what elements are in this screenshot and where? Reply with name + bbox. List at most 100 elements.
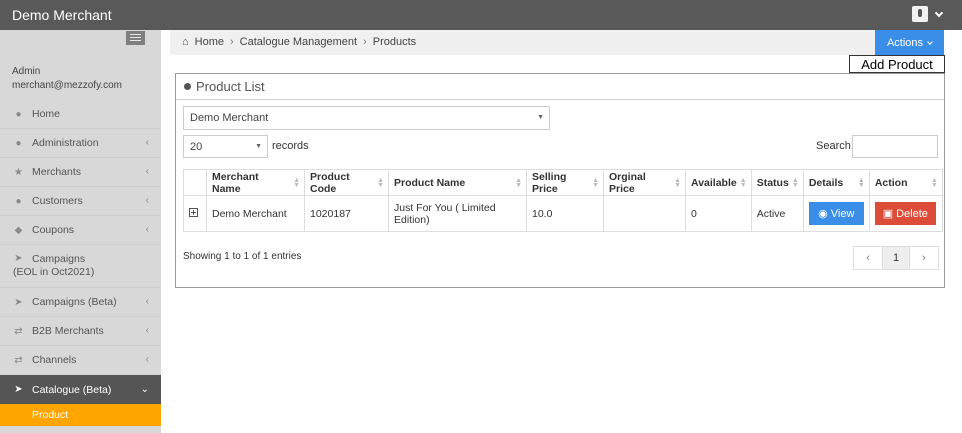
sort-icon: ▲ ▼	[293, 177, 300, 189]
sidebar-item-label: Catalogue (Beta)	[32, 383, 112, 396]
column-header-product-code[interactable]: Product Code ▲ ▼	[304, 169, 389, 196]
sidebar-item-customers[interactable]: ● Customers ‹	[0, 187, 161, 216]
product-list-panel: Product List Demo Merchant ▼ 20 ▼ record…	[175, 73, 945, 288]
column-header-available[interactable]: Available ▲ ▼	[685, 169, 752, 196]
delete-button[interactable]: ▣ Delete	[874, 202, 936, 225]
breadcrumb-home[interactable]: Home	[195, 36, 224, 48]
sidebar-item-label: Campaigns (EOL in Oct2021)	[13, 253, 95, 278]
rocket-icon: ➤	[14, 253, 23, 264]
sidebar-item-label: Home	[32, 108, 61, 120]
caret-down-icon: ▼	[255, 143, 262, 150]
sort-icon: ▲ ▼	[857, 177, 865, 189]
chevron-left-icon: ‹	[145, 325, 149, 336]
star-icon: ★	[14, 166, 23, 178]
breadcrumb-current: Products	[372, 36, 417, 48]
add-product-menu-item[interactable]: Add Product	[849, 55, 945, 73]
sidebar-item-home[interactable]: ● Home	[0, 100, 161, 129]
sort-icon: ▲ ▼	[377, 177, 384, 189]
chevron-down-icon[interactable]	[934, 8, 944, 17]
search-label: Search:	[816, 140, 854, 152]
sidebar-item-label: Campaigns (Beta)	[32, 296, 117, 308]
rocket-icon: ➤	[14, 296, 23, 308]
sidebar-item-administration[interactable]: ● Administration ‹	[0, 129, 161, 158]
table-info: Showing 1 to 1 of 1 entries	[183, 251, 302, 262]
column-header-selling-price[interactable]: Selling Price ▲ ▼	[526, 169, 604, 196]
breadcrumb: ⌂ Home › Catalogue Management › Products	[182, 36, 416, 48]
delete-button-label: Delete	[896, 207, 928, 220]
sidebar-item-catalogue-beta[interactable]: ➤ Catalogue (Beta) ⌄	[0, 375, 161, 404]
chevron-left-icon: ‹	[145, 195, 149, 206]
sidebar-item-coupons[interactable]: ◆ Coupons ‹	[0, 216, 161, 245]
column-header-original-price[interactable]: Orginal Price ▲ ▼	[603, 169, 686, 196]
chevron-left-icon: ‹	[145, 137, 149, 148]
trash-icon: ▣	[882, 208, 894, 220]
column-header-action[interactable]: Action ▲ ▼	[868, 169, 943, 196]
expand-column-header	[183, 169, 207, 196]
sort-icon: ▲ ▼	[739, 177, 747, 189]
column-header-product-name[interactable]: Product Name ▲ ▼	[388, 169, 527, 196]
column-header-details[interactable]: Details ▲ ▼	[802, 169, 870, 196]
expand-row-icon[interactable]	[189, 207, 198, 217]
column-header-merchant-name[interactable]: Merchant Name ▲ ▼	[206, 169, 305, 196]
chevron-left-icon: ‹	[145, 354, 149, 365]
pagination-next-button[interactable]: ›	[910, 247, 938, 269]
expand-cell	[183, 195, 207, 232]
column-header-status[interactable]: Status ▲ ▼	[750, 169, 804, 196]
breadcrumb-bar: ⌂ Home › Catalogue Management › Products…	[170, 30, 944, 55]
user-menu-toggle[interactable]	[912, 6, 944, 22]
page-length-select[interactable]: 20 ▼	[183, 135, 268, 158]
sidebar-item-label: Channels	[32, 354, 77, 366]
rocket-icon: ➤	[14, 384, 23, 395]
user-icon: ●	[15, 137, 22, 149]
sidebar-item-campaigns-beta[interactable]: ➤ Campaigns (Beta) ‹	[0, 288, 161, 317]
sort-icon: ▲ ▼	[791, 177, 799, 189]
cell-original-price	[603, 195, 686, 232]
records-label: records	[272, 140, 309, 152]
globe-icon	[184, 83, 191, 90]
search-input[interactable]	[852, 135, 938, 158]
user-email: merchant@mezzofy.com	[12, 80, 122, 91]
view-button-label: View	[830, 207, 855, 220]
sidebar-subitem-product[interactable]: Product	[0, 404, 161, 426]
actions-button[interactable]: Actions	[875, 30, 944, 55]
pagination: ‹ 1 ›	[853, 246, 939, 270]
breadcrumb-section[interactable]: Catalogue Management	[240, 36, 357, 48]
sidebar-item-label: Merchants	[32, 166, 82, 178]
chevron-left-icon: ‹	[145, 296, 149, 307]
sort-icon: ▲ ▼	[592, 177, 599, 189]
view-button[interactable]: ◉ View	[808, 202, 864, 225]
users-icon: ●	[15, 195, 22, 207]
cell-selling-price: 10.0	[526, 195, 604, 232]
cell-details: ◉ View	[802, 195, 870, 232]
exchange-icon: ⇄	[14, 325, 23, 337]
sidebar-item-b2b-merchants[interactable]: ⇄ B2B Merchants ‹	[0, 317, 161, 346]
merchant-filter-select[interactable]: Demo Merchant ▼	[183, 106, 550, 130]
sidebar-item-merchants[interactable]: ★ Merchants ‹	[0, 158, 161, 187]
tag-icon: ◆	[14, 224, 23, 236]
sidebar-item-campaigns[interactable]: ➤ Campaigns (EOL in Oct2021)	[0, 245, 161, 288]
sidebar-item-channels[interactable]: ⇄ Channels ‹	[0, 346, 161, 375]
eye-icon: ◉	[818, 208, 828, 220]
cell-action: ▣ Delete	[868, 195, 943, 232]
chevron-right-icon: ›	[363, 36, 367, 48]
pagination-prev-button[interactable]: ‹	[854, 247, 882, 269]
sort-icon: ▲ ▼	[674, 177, 681, 189]
sort-icon: ▲ ▼	[515, 177, 522, 189]
cell-product-code: 1020187	[304, 195, 389, 232]
user-role: Admin	[12, 66, 41, 77]
panel-header: Product List	[176, 74, 944, 100]
table-header-row: Merchant Name ▲ ▼ Product Code ▲ ▼ Product N…	[183, 169, 943, 196]
pagination-page-button[interactable]: 1	[882, 247, 910, 269]
chevron-left-icon: ‹	[145, 166, 149, 177]
product-table: Merchant Name ▲ ▼ Product Code ▲ ▼ Product N…	[183, 169, 943, 232]
app-brand[interactable]: Demo Merchant	[12, 7, 112, 23]
page-length-value: 20	[190, 140, 203, 153]
cell-product-name: Just For You ( Limited Edition)	[388, 195, 527, 232]
sort-icon: ▲ ▼	[930, 177, 938, 189]
user-avatar-icon[interactable]	[912, 6, 928, 22]
exchange-icon: ⇄	[14, 354, 23, 366]
sidebar-toggle-button[interactable]	[126, 31, 145, 45]
actions-button-label: Actions	[886, 36, 924, 49]
cell-merchant-name: Demo Merchant	[206, 195, 305, 232]
table-row: Demo Merchant 1020187 Just For You ( Lim…	[183, 195, 943, 232]
